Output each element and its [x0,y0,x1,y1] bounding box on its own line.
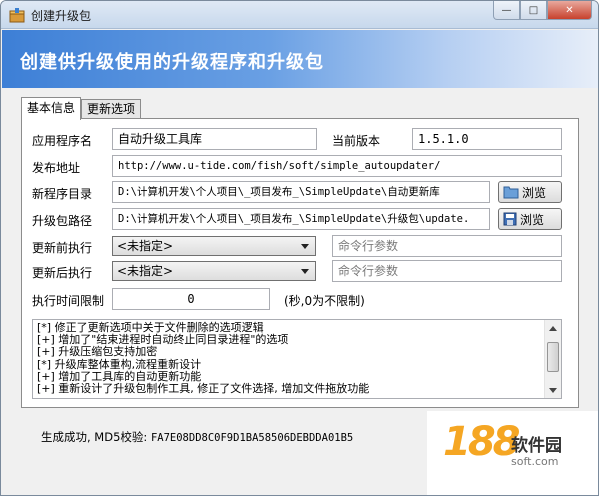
pre-exec-args-input[interactable]: 命令行参数 [332,235,562,257]
scroll-up-icon[interactable] [545,320,561,336]
post-exec-label: 更新后执行 [32,266,93,280]
post-exec-select[interactable]: <未指定> [112,261,316,281]
scroll-thumb[interactable] [547,342,559,372]
md5-hash: FA7E08DD8C0F9D1BA58506DEBDDA01B5 [150,432,354,444]
package-path-label: 升级包路径 [32,214,93,228]
folder-icon [503,186,519,199]
scroll-down-icon[interactable] [545,382,561,398]
version-label: 当前版本 [332,134,381,148]
close-button[interactable]: ✕ [547,1,592,20]
time-limit-unit: (秒,0为不限制) [284,294,365,308]
chevron-down-icon [301,269,309,274]
post-exec-value: <未指定> [117,264,174,278]
pre-exec-value: <未指定> [117,239,174,253]
watermark-name: 软件园 [511,436,562,456]
package-path-input[interactable]: D:\计算机开发\个人项目\_项目发布_\SimpleUpdate\升级包\up… [112,208,490,230]
browse-dir-button[interactable]: 浏览 [498,181,562,203]
post-exec-args-input[interactable]: 命令行参数 [332,260,562,282]
changelog-textarea[interactable]: [*] 修正了更新选项中关于文件删除的选项逻辑 [+] 增加了"结束进程时自动终… [32,319,562,399]
list-item: [*] 升级库整体重构,流程重新设计 [37,357,202,371]
title-bar[interactable]: 创建升级包 — □ ✕ [1,1,598,29]
watermark-url: soft.com [511,455,559,468]
app-name-label: 应用程序名 [32,134,93,148]
changelog-lines: [*] 修正了更新选项中关于文件删除的选项逻辑 [+] 增加了"结束进程时自动终… [37,321,370,396]
browse-package-button[interactable]: 浏览 [498,208,562,230]
window-title: 创建升级包 [31,9,92,23]
time-limit-label: 执行时间限制 [32,294,105,308]
chevron-down-icon [301,244,309,249]
changelog-scrollbar[interactable] [544,320,561,398]
package-icon [9,7,25,23]
pre-exec-select[interactable]: <未指定> [112,236,316,256]
tab-update-options[interactable]: 更新选项 [81,99,142,120]
watermark-number: 188 [443,419,520,465]
publish-url-label: 发布地址 [32,161,81,175]
watermark-logo: 188 软件园 soft.com [427,411,598,495]
window-controls: — □ ✕ [493,1,592,20]
version-input[interactable]: 1.5.1.0 [412,128,562,150]
app-window: 创建升级包 — □ ✕ 创建供升级使用的升级程序和升级包 基本信息 更新选项 应… [0,0,599,496]
browse-package-label: 浏览 [520,212,545,227]
status-label: 生成成功, MD5校验: [41,430,148,444]
minimize-button[interactable]: — [493,1,520,20]
pre-exec-label: 更新前执行 [32,241,93,255]
status-message: 生成成功, MD5校验: FA7E08DD8C0F9D1BA58506DEBDD… [41,429,353,445]
basic-info-panel: 应用程序名 自动升级工具库 当前版本 1.5.1.0 发布地址 http://w… [21,118,579,408]
banner-title: 创建供升级使用的升级程序和升级包 [20,52,324,73]
browse-dir-label: 浏览 [522,185,547,200]
publish-url-input[interactable]: http://www.u-tide.com/fish/soft/simple_a… [112,155,562,177]
tab-basic-info[interactable]: 基本信息 [21,97,82,120]
header-banner: 创建供升级使用的升级程序和升级包 [2,30,598,88]
save-icon [503,212,517,226]
app-name-input[interactable]: 自动升级工具库 [112,128,317,150]
tab-bar: 基本信息 更新选项 [21,97,142,120]
maximize-button[interactable]: □ [520,1,547,20]
new-program-dir-label: 新程序目录 [32,187,93,201]
time-limit-input[interactable]: 0 [112,288,270,310]
list-item: [+] 重新设计了升级包制作工具, 修正了文件选择, 增加文件拖放功能 [37,382,370,396]
new-program-dir-input[interactable]: D:\计算机开发\个人项目\_项目发布_\SimpleUpdate\自动更新库 [112,181,490,203]
list-item: [+] 升级压缩包支持加密 [37,345,158,359]
